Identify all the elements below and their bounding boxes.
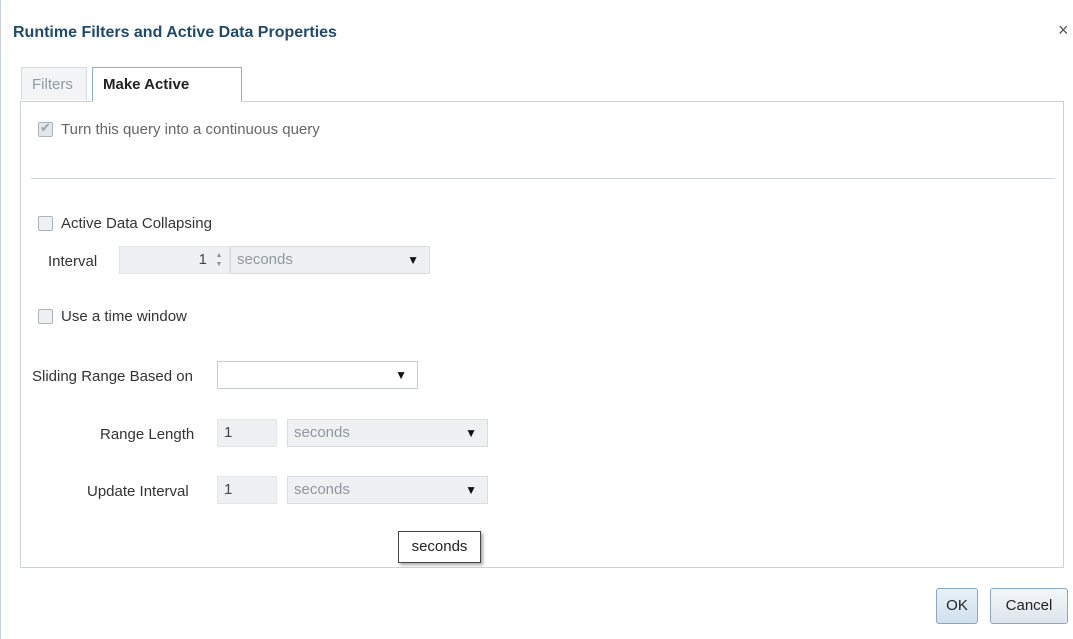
range-length-input[interactable]: 1 — [217, 419, 277, 447]
interval-label: Interval — [48, 253, 98, 270]
tab-make-active[interactable]: Make Active — [92, 67, 242, 102]
range-length-label: Range Length — [100, 426, 195, 443]
time-window-checkbox[interactable] — [38, 309, 53, 324]
spin-up-icon[interactable]: ▲ — [216, 251, 223, 260]
active-data-collapsing-row: Active Data Collapsing — [38, 215, 212, 232]
continuous-query-row: Turn this query into a continuous query — [38, 120, 320, 138]
make-active-panel: Turn this query into a continuous query … — [20, 101, 1064, 568]
dialog-title: Runtime Filters and Active Data Properti… — [13, 24, 337, 41]
range-length-unit-select[interactable]: seconds ▼ — [287, 419, 488, 447]
sliding-range-label: Sliding Range Based on — [32, 368, 193, 385]
dropdown-arrow-icon: ▼ — [465, 483, 477, 497]
interval-unit-select[interactable]: seconds ▼ — [230, 246, 430, 274]
dropdown-arrow-icon: ▼ — [465, 426, 477, 440]
update-interval-unit-select[interactable]: seconds ▼ — [287, 476, 488, 504]
interval-unit-value: seconds — [237, 251, 293, 268]
tab-filters[interactable]: Filters — [21, 67, 87, 100]
update-interval-input[interactable]: 1 — [217, 476, 277, 504]
range-length-unit-value: seconds — [294, 424, 350, 441]
sliding-range-select[interactable]: ▼ — [217, 361, 418, 389]
dropdown-arrow-icon: ▼ — [407, 253, 419, 267]
unit-tooltip: seconds — [398, 531, 481, 563]
time-window-row: Use a time window — [38, 308, 187, 325]
spin-down-icon[interactable]: ▼ — [216, 260, 223, 269]
active-data-collapsing-label: Active Data Collapsing — [61, 215, 212, 232]
dropdown-arrow-icon: ▼ — [395, 368, 407, 382]
update-interval-unit-value: seconds — [294, 481, 350, 498]
ok-button[interactable]: OK — [936, 588, 978, 624]
runtime-filters-dialog: Runtime Filters and Active Data Properti… — [0, 0, 1073, 639]
cancel-button[interactable]: Cancel — [990, 588, 1068, 624]
time-window-label: Use a time window — [61, 308, 187, 325]
continuous-query-checkbox[interactable] — [38, 120, 53, 137]
interval-spinner[interactable]: ▲ ▼ — [214, 247, 224, 273]
continuous-query-label: Turn this query into a continuous query — [61, 121, 320, 138]
section-divider — [31, 178, 1055, 179]
update-interval-label: Update Interval — [87, 483, 189, 500]
close-icon[interactable]: × — [1058, 20, 1069, 41]
active-data-collapsing-checkbox[interactable] — [38, 216, 53, 231]
